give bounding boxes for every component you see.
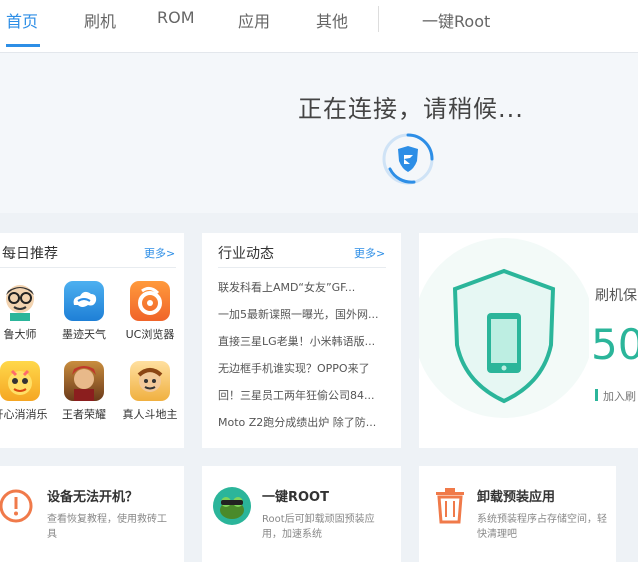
join-flash-protect-link[interactable]: 加入刷 <box>603 388 636 404</box>
landlord-game-icon <box>130 361 170 401</box>
tab-apps[interactable]: 应用 <box>238 8 270 32</box>
tab-home[interactable]: 首页 <box>6 8 38 32</box>
trash-icon <box>436 488 464 524</box>
uc-browser-icon <box>130 281 170 321</box>
app-label: 王者荣耀 <box>62 408 106 421</box>
app-honor-of-kings[interactable]: 王者荣耀 <box>54 361 114 422</box>
app-label: 鲁大师 <box>3 328 37 341</box>
app-label: UC浏览器 <box>125 328 175 341</box>
industry-news-title: 行业动态 <box>218 246 274 262</box>
news-item[interactable]: Moto Z2跑分成绩出炉 除了防... <box>218 414 386 430</box>
uninstall-preinstalled-card[interactable]: 卸载预装应用 系统预装程序占存储空间，轻快清理吧 <box>419 466 616 562</box>
divider <box>218 267 386 268</box>
candy-game-icon <box>0 361 40 401</box>
daily-more-link[interactable]: 更多> <box>144 245 175 261</box>
feature-desc: Root后可卸载顽固预装应用，加速系统 <box>262 514 375 540</box>
alert-icon <box>0 489 33 523</box>
one-click-root-card[interactable]: 一键ROOT Root后可卸载顽固预装应用，加速系统 <box>202 466 401 562</box>
ludashi-icon <box>0 281 40 321</box>
connection-status-panel: 正在连接，请稍候... <box>0 53 638 213</box>
app-uc-browser[interactable]: UC浏览器 <box>120 281 180 342</box>
flash-protect-title: 刷机保 <box>595 288 637 304</box>
daily-recommend-card: 每日推荐 更多> 鲁大师 墨迹天气 UC浏览器 心消消乐 王者荣耀 真人斗地主 <box>0 233 184 448</box>
nav-divider <box>378 6 379 32</box>
honor-of-kings-icon <box>64 361 104 401</box>
moji-weather-icon <box>64 281 104 321</box>
join-marker <box>595 389 598 401</box>
divider <box>0 267 176 268</box>
app-landlord-game[interactable]: 真人斗地主 <box>120 361 180 422</box>
news-item[interactable]: 回！三星员工两年狂偷公司84... <box>218 387 386 403</box>
industry-more-link[interactable]: 更多> <box>354 245 385 261</box>
app-candy-game[interactable]: 开心消消乐 <box>0 361 50 422</box>
tab-home-indicator <box>6 44 40 47</box>
news-item[interactable]: 无边框手机谁实现？OPPO来了 <box>218 360 386 376</box>
root-android-icon <box>213 487 251 525</box>
feature-title: 卸载预装应用 <box>477 490 556 505</box>
news-item[interactable]: 直接三星LG老巢！小米韩语版... <box>218 333 386 349</box>
daily-recommend-title: 每日推荐 <box>2 246 58 262</box>
top-nav: 首页 刷机 ROM 应用 其他 一键Root <box>0 0 638 53</box>
tab-rom[interactable]: ROM <box>157 8 195 27</box>
flash-protect-count: 50 <box>591 320 638 369</box>
app-label: 墨迹天气 <box>62 328 106 341</box>
feature-title: 设备无法开机？ <box>47 490 139 505</box>
shield-spinner-icon <box>382 133 434 185</box>
device-wont-boot-card[interactable]: 设备无法开机？ 查看恢复教程，使用救砖工具 <box>0 466 184 562</box>
app-ludashi[interactable]: 鲁大师 <box>0 281 50 342</box>
news-item[interactable]: 联发科看上AMD“女友”GF... <box>218 279 386 295</box>
app-moji-weather[interactable]: 墨迹天气 <box>54 281 114 342</box>
flash-protect-card[interactable]: 刷机保 50 加入刷 <box>419 233 638 448</box>
app-label: 真人斗地主 <box>122 408 178 421</box>
news-item[interactable]: 一加5最新谍照一曝光，国外网... <box>218 306 386 322</box>
feature-title: 一键ROOT <box>262 490 329 505</box>
tab-flash[interactable]: 刷机 <box>84 8 116 32</box>
tab-other[interactable]: 其他 <box>316 8 348 32</box>
tab-one-click-root[interactable]: 一键Root <box>422 8 490 32</box>
shield-phone-icon <box>419 238 589 418</box>
feature-desc: 系统预装程序占存储空间，轻快清理吧 <box>477 514 607 540</box>
feature-desc: 查看恢复教程，使用救砖工具 <box>47 514 167 540</box>
connection-status-text: 正在连接，请稍候... <box>298 95 524 123</box>
industry-news-card: 行业动态 更多> 联发科看上AMD“女友”GF... 一加5最新谍照一曝光，国外… <box>202 233 401 448</box>
app-label: 开心消消乐 <box>0 408 48 421</box>
